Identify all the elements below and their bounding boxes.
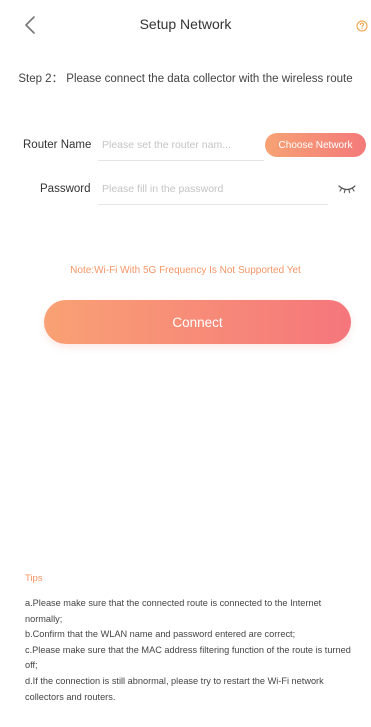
tip-item-d: d.If the connection is still abnormal, p… [25,675,324,702]
router-name-field-wrap [98,132,264,161]
frequency-note: Note:Wi-Fi With 5G Frequency Is Not Supp… [70,265,301,276]
eye-closed-icon [338,185,356,194]
choose-network-button[interactable]: Choose Network [265,133,366,157]
password-input[interactable] [98,176,328,202]
tip-item-a: a.Please make sure that the connected ro… [25,598,322,624]
connect-button[interactable]: Connect [44,300,351,344]
header-bar: Setup Network [0,0,371,48]
tips-list: a.Please make sure that the connected ro… [25,596,361,705]
password-field-wrap [98,176,328,205]
question-circle-icon [356,20,368,32]
password-label: Password [40,183,91,195]
tip-item-b: b.Confirm that the WLAN name and passwor… [25,629,296,640]
tips-title: Tips [25,573,43,584]
tip-item-c: c.Please make sure that the MAC address … [25,644,351,671]
router-name-input[interactable] [98,132,264,158]
router-name-label: Router Name [23,139,92,151]
page-title: Setup Network [139,16,232,32]
help-button[interactable] [356,20,368,32]
step-instruction: Step 2： Please connect the data collecto… [18,73,353,85]
password-visibility-toggle[interactable] [337,183,357,195]
